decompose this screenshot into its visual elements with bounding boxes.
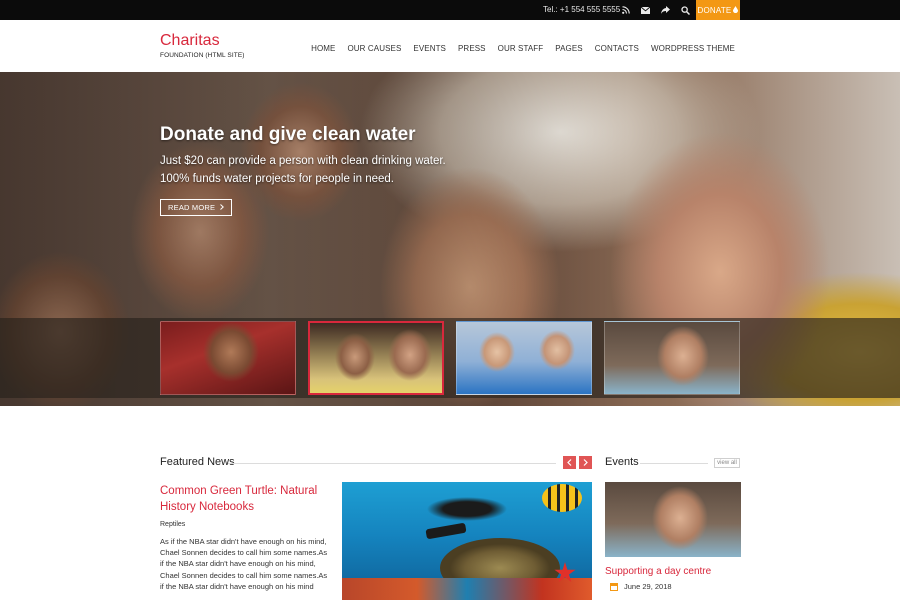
hero-title: Donate and give clean water: [160, 124, 416, 145]
rss-icon[interactable]: [619, 3, 633, 17]
next-arrow-button[interactable]: [579, 456, 592, 469]
view-all-button[interactable]: view all: [714, 458, 740, 468]
nav-item-pages[interactable]: PAGES: [555, 44, 582, 53]
events-heading: Events: [605, 456, 639, 468]
section-divider: [640, 463, 708, 464]
chevron-right-icon: [220, 203, 225, 212]
fish-shape: [542, 484, 582, 512]
search-icon[interactable]: [678, 3, 692, 17]
donate-label: DONATE: [697, 5, 732, 15]
hero-slider: Donate and give clean water Just $20 can…: [0, 72, 900, 406]
nav-item-home[interactable]: HOME: [311, 44, 335, 53]
read-more-button[interactable]: READ MORE: [160, 199, 233, 216]
prev-arrow-button[interactable]: [563, 456, 576, 469]
section-divider: [228, 463, 556, 464]
event-title-link[interactable]: Supporting a day centre: [605, 566, 711, 577]
nav-item-press[interactable]: PRESS: [458, 44, 486, 53]
slider-thumbnails: [0, 318, 900, 398]
nav-item-events[interactable]: EVENTS: [413, 44, 446, 53]
top-bar: Tel.: +1 554 555 5555 DONATE: [0, 0, 900, 20]
phone-number: Tel.: +1 554 555 5555: [543, 5, 621, 14]
site-logo[interactable]: Charitas: [160, 32, 220, 50]
slider-thumb[interactable]: [604, 321, 740, 395]
news-excerpt: As if the NBA star didn't have enough on…: [160, 537, 328, 591]
slider-thumb-active[interactable]: [308, 321, 444, 395]
news-category[interactable]: Reptiles: [160, 521, 185, 528]
event-date-text: June 29, 2018: [624, 582, 672, 591]
coral-shape: [342, 578, 592, 600]
nav-item-wordpress-theme[interactable]: WORDPRESS THEME: [651, 44, 735, 53]
mail-icon[interactable]: [638, 3, 652, 17]
hero-text: Just $20 can provide a person with clean…: [160, 155, 446, 185]
read-more-label: READ MORE: [168, 203, 216, 212]
event-date: June 29, 2018: [610, 582, 672, 591]
nav-item-our-causes[interactable]: OUR CAUSES: [347, 44, 401, 53]
donate-button[interactable]: DONATE: [696, 0, 740, 20]
slider-thumb[interactable]: [160, 321, 296, 395]
news-image[interactable]: [342, 482, 592, 600]
event-image[interactable]: [605, 482, 741, 557]
share-icon[interactable]: [658, 3, 672, 17]
main-nav: HOME OUR CAUSES EVENTS PRESS OUR STAFF P…: [311, 44, 735, 53]
site-header: Charitas FOUNDATION (HTML SITE) HOME OUR…: [0, 20, 900, 72]
nav-item-contacts[interactable]: CONTACTS: [595, 44, 639, 53]
calendar-icon: [610, 582, 618, 591]
featured-news-heading: Featured News: [160, 456, 235, 468]
slider-thumb[interactable]: [456, 321, 592, 395]
drop-icon: [733, 5, 739, 15]
site-tagline: FOUNDATION (HTML SITE): [160, 52, 245, 59]
nav-item-our-staff[interactable]: OUR STAFF: [498, 44, 544, 53]
news-title-link[interactable]: Common Green Turtle: Natural History Not…: [160, 483, 335, 515]
diver-shape: [422, 494, 512, 540]
